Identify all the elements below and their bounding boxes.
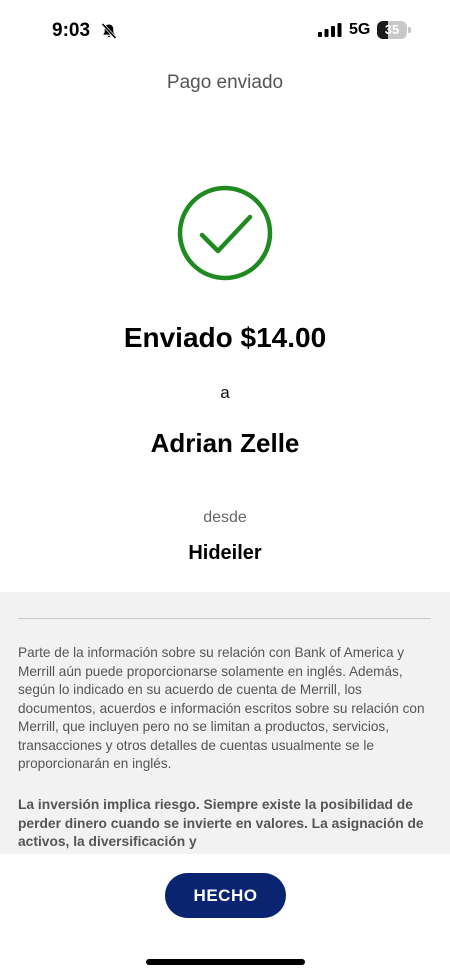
language-disclosure-text: Parte de la información sobre su relació… (18, 645, 425, 771)
investment-risk-text: La inversión implica riesgo. Siempre exi… (18, 797, 424, 849)
home-indicator[interactable] (146, 959, 305, 965)
footer: HECHO (0, 854, 450, 975)
disclosure-section[interactable]: Parte de la información sobre su relació… (0, 592, 450, 854)
done-button[interactable]: HECHO (165, 873, 286, 918)
source-account: Hideiler (188, 542, 262, 564)
battery-percent: 35 (384, 22, 400, 37)
bell-slash-icon (101, 22, 117, 40)
sent-amount: Enviado $14.00 (123, 322, 327, 353)
recipient-name: Adrian Zelle (150, 428, 300, 458)
battery-icon: 35 (377, 21, 411, 39)
network-type: 5G (349, 21, 371, 38)
page-title: Pago enviado (166, 72, 284, 93)
signal-icon (318, 23, 342, 37)
to-label: a (220, 383, 230, 402)
divider (18, 618, 431, 619)
from-label: desde (203, 509, 247, 526)
checkmark-circle-icon (177, 185, 273, 281)
status-time: 9:03 (52, 20, 91, 41)
status-bar: 9:03 5G 35 (0, 0, 450, 60)
